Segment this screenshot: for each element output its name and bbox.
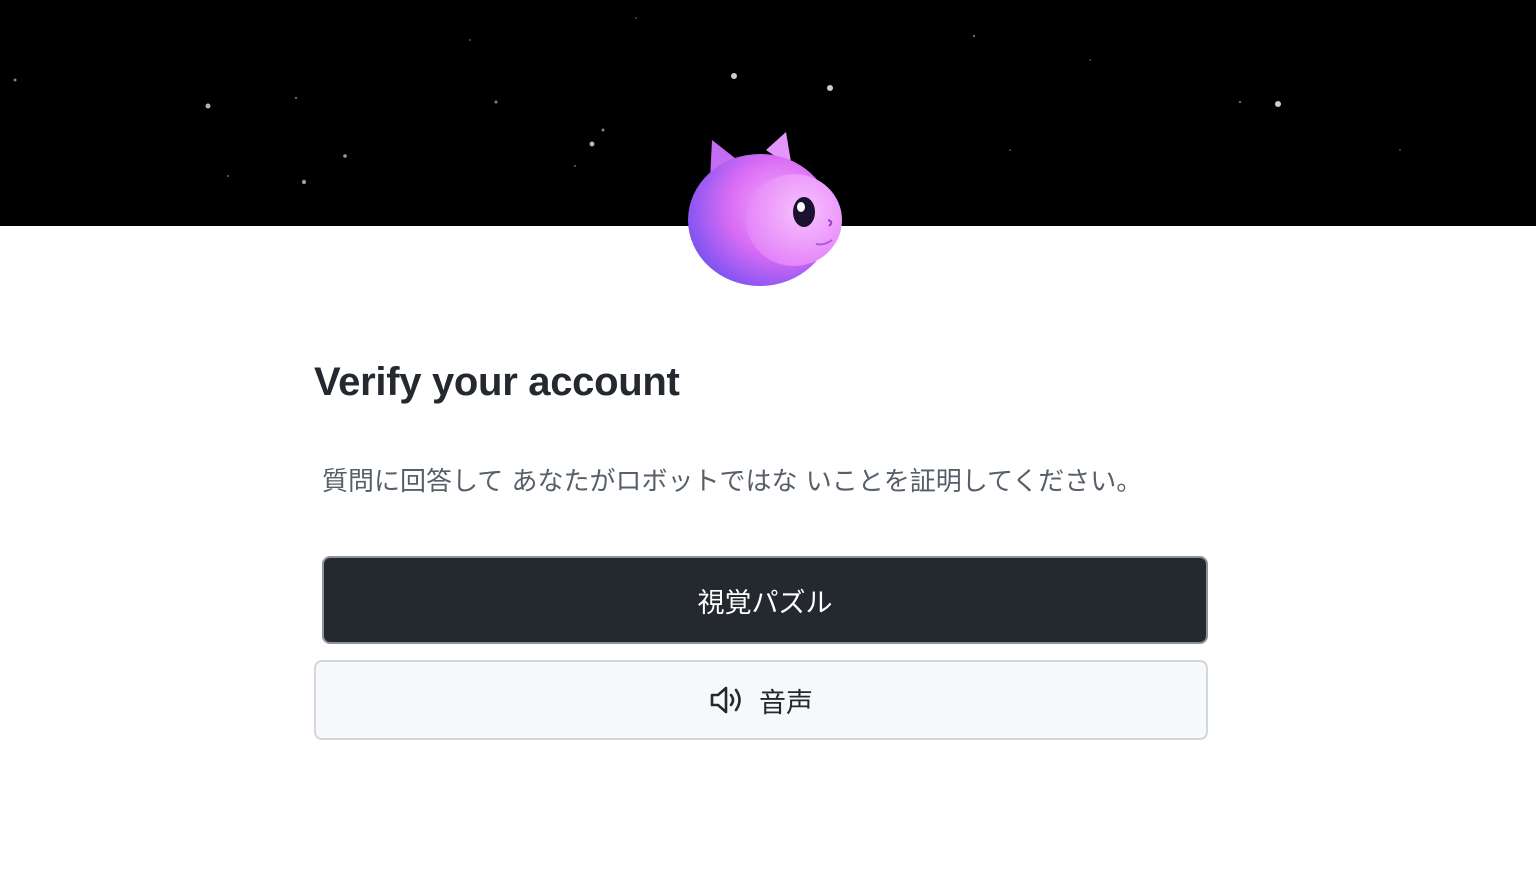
purple-cat-mascot-icon xyxy=(688,132,842,286)
visual-puzzle-label: 視覚パズル xyxy=(697,587,833,619)
visual-puzzle-button[interactable]: 視覚パズル xyxy=(322,556,1208,644)
page-title: Verify your account xyxy=(314,360,680,404)
speaker-icon xyxy=(709,685,745,715)
audio-button[interactable]: 音声 xyxy=(314,660,1208,740)
instruction-text: 質問に回答して あなたがロボットではな いことを証明してください。 xyxy=(322,467,1143,497)
verification-page: Verify your account 質問に回答して あなたがロボットではな … xyxy=(0,0,1536,894)
audio-label: 音声 xyxy=(759,687,813,719)
